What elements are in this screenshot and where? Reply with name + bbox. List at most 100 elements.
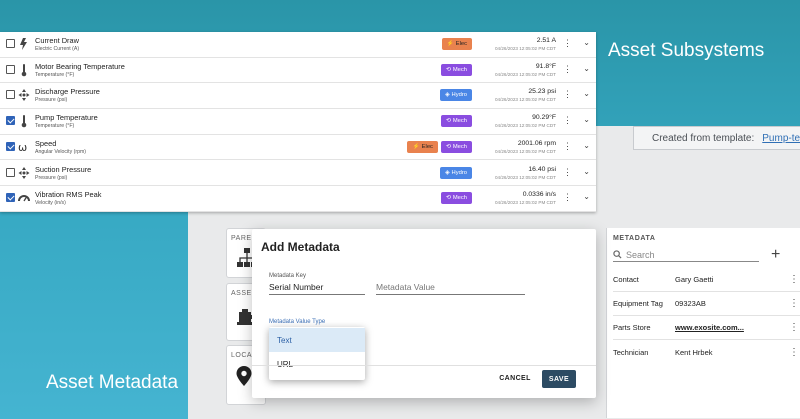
chevron-down-icon[interactable]: ⌄ [583,38,590,47]
more-vert-icon[interactable]: ⋮ [787,347,800,358]
subsystem-unit: Velocity (in/s) [35,200,66,207]
subsystem-unit: Angular Velocity (rpm) [35,148,87,155]
subsystem-unit: Temperature (°F) [35,123,75,130]
template-link[interactable]: Pump-template [762,133,800,144]
tag-elec: ⚡ Elec [441,38,472,50]
chevron-down-icon[interactable]: ⌄ [583,89,590,98]
tag-label: Elec [455,41,467,47]
metadata-panel: METADATA Search + Contact Gary Gaetti ⋮ … [606,228,800,418]
subsystem-checkbox[interactable] [6,90,15,100]
subsystem-checkbox[interactable] [6,141,15,151]
subsystem-tags: ⟲ Mech [440,115,472,128]
hydro-icon: ◈ [445,169,450,176]
subsystem-tags: ⟲ Mech [440,63,472,76]
tag-label: Mech [452,195,467,202]
location-pin-icon [236,366,252,386]
subsystems-list: Current Draw Electric Current (A) ⚡ Elec 2.5… [0,32,596,212]
subsystem-tags: ⟲ Mech [440,192,472,205]
chevron-down-icon[interactable]: ⌄ [583,141,590,150]
tag-label: Mech [452,143,467,150]
more-vert-icon[interactable]: ⋮ [787,298,800,309]
subsystem-row[interactable]: Pump Temperature Temperature (°F) ⟲ Mech 90.… [0,109,596,135]
subsystem-checkbox[interactable] [6,116,15,126]
chevron-down-icon[interactable]: ⌄ [583,115,590,124]
tag-label: Elec [421,143,433,150]
subsystem-row[interactable]: Suction Pressure Pressure (psi) ◈ Hydro 16.4… [0,161,596,187]
elec-icon: ⚡ [412,143,420,150]
more-vert-icon[interactable]: ⋮ [563,192,572,203]
more-vert-icon[interactable]: ⋮ [563,167,572,178]
asset-card-label: ASSE [231,290,252,297]
mech-icon: ⟲ [445,195,451,202]
cancel-button[interactable]: CANCEL [495,369,535,387]
tag-elec: ⚡ Elec [407,140,438,153]
subsystem-row[interactable]: ω Speed Angular Velocity (rpm) ⚡ Elec ⟲ Mech 20… [0,135,596,161]
subsystem-row[interactable]: Motor Bearing Temperature Temperature (°F… [0,58,596,84]
more-vert-icon[interactable]: ⋮ [563,38,572,49]
subsystem-tags: ⚡ Elec ⟲ Mech [407,140,472,153]
asset-subsystems-headline: Asset Subsystems [608,40,765,61]
subsystem-timestamp: 04/26/2023 12:05:02 PM CDT [494,123,556,129]
add-metadata-dialog: Add Metadata Metadata Key Serial Number … [252,229,596,398]
more-vert-icon[interactable]: ⋮ [563,141,572,152]
subsystem-name: Current Draw [35,36,79,45]
tag-mech: ⟲ Mech [440,140,472,153]
subsystem-unit: Pressure (psi) [35,174,68,181]
more-vert-icon[interactable]: ⋮ [563,89,572,100]
chevron-down-icon[interactable]: ⌄ [583,192,590,201]
template-bar-prefix: Created from template: [652,132,755,144]
metadata-row-value: Kent Hrbek [675,347,713,357]
dialog-title: Add Metadata [261,240,340,254]
metadata-value-input[interactable]: Metadata Value [376,282,435,292]
add-metadata-button[interactable]: + [771,246,780,264]
metadata-row-link[interactable]: www.exosite.com... [675,323,787,332]
subsystem-timestamp: 04/26/2023 12:05:02 PM CDT [494,71,556,77]
search-icon [613,250,622,259]
metadata-row: Technician Kent Hrbek ⋮ [613,340,800,364]
subsystem-row[interactable]: Discharge Pressure Pressure (psi) ◈ Hydro 25… [0,83,596,110]
save-button[interactable]: SAVE [542,370,576,388]
tag-label: Mech [452,66,467,73]
metadata-row: Contact Gary Gaetti ⋮ [613,268,800,292]
subsystem-row[interactable]: Current Draw Electric Current (A) ⚡ Elec 2.5… [0,32,596,58]
subsystem-name: Motor Bearing Temperature [35,61,125,71]
metadata-row: Parts Store www.exosite.com... ⋮ [613,316,800,340]
metadata-value-underline [376,294,525,295]
subsystem-row[interactable]: Vibration RMS Peak Velocity (in/s) ⟲ Mech 0.… [0,186,596,212]
tag-label: Mech [452,118,467,125]
subsystem-timestamp: 04/26/2023 12:05:02 PM CDT [494,174,556,180]
value-type-dropdown: Text URL [269,327,365,380]
thermometer-icon [18,114,30,128]
more-vert-icon[interactable]: ⋮ [787,322,800,333]
mech-icon: ⟲ [445,66,451,73]
subsystem-value: 2.51 A [536,37,556,44]
tag-label: Hydro [451,92,467,99]
pressure-icon [18,166,30,180]
more-vert-icon[interactable]: ⋮ [563,64,572,75]
subsystem-timestamp: 04/26/2023 12:05:02 PM CDT [494,148,556,154]
more-vert-icon[interactable]: ⋮ [787,274,800,285]
svg-text:ω: ω [18,141,27,154]
location-card-label: LOCA [231,352,253,359]
subsystem-checkbox[interactable] [6,167,15,177]
tag-mech: ⟲ Mech [440,192,472,205]
subsystem-checkbox[interactable] [6,193,15,203]
metadata-key-input[interactable]: Serial Number [269,282,323,292]
option-text[interactable]: Text [269,328,365,352]
subsystem-value: 90.29°F [532,114,556,122]
metadata-key-underline [269,294,365,295]
gauge-icon [18,191,30,205]
subsystem-unit: Electric Current (A) [35,46,80,52]
chevron-down-icon[interactable]: ⌄ [583,64,590,73]
template-bar: Created from template: Pump-template [633,126,800,150]
subsystem-checkbox[interactable] [6,39,15,48]
metadata-search[interactable]: Search [613,248,759,262]
chevron-down-icon[interactable]: ⌄ [583,167,590,176]
more-vert-icon[interactable]: ⋮ [563,115,572,126]
option-url[interactable]: URL [269,352,365,376]
subsystem-value: 16.40 psi [528,165,556,173]
subsystem-unit: Temperature (°F) [35,71,75,78]
metadata-panel-title: METADATA [613,235,656,242]
subsystem-checkbox[interactable] [6,64,15,74]
subsystem-tags: ◈ Hydro [440,166,472,179]
